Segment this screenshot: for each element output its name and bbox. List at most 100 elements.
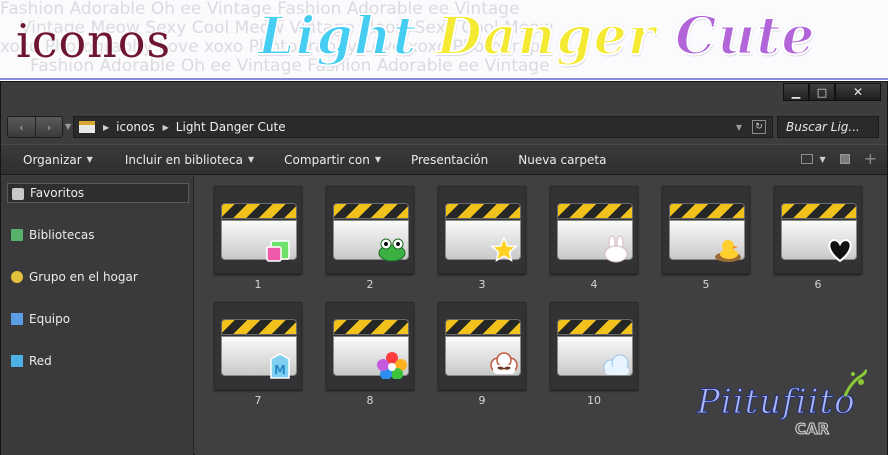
breadcrumb-separator-icon[interactable]: ▶ bbox=[163, 123, 169, 132]
forward-button[interactable]: › bbox=[35, 117, 62, 137]
clapper-stripe bbox=[445, 203, 521, 219]
folder-label: 1 bbox=[254, 278, 262, 291]
share-label: Compartir con bbox=[284, 152, 370, 167]
nav-buttons: ‹ › bbox=[7, 116, 63, 138]
flower-icon bbox=[377, 352, 407, 379]
folder-label: 9 bbox=[478, 394, 486, 407]
folder-thumbnail bbox=[326, 186, 414, 274]
title-word-cute: Cute bbox=[674, 5, 816, 68]
nav-label: Grupo en el hogar bbox=[29, 270, 138, 284]
breadcrumb-separator-icon[interactable]: ▶ bbox=[103, 123, 109, 132]
folder-item[interactable]: 4 bbox=[550, 186, 638, 296]
folder-label: 4 bbox=[590, 278, 598, 291]
mustache-cloud-icon bbox=[490, 352, 518, 374]
nav-item-favorites[interactable]: Favoritos bbox=[7, 183, 189, 203]
cloud-icon bbox=[603, 354, 629, 375]
libraries-icon bbox=[11, 229, 23, 241]
folder-thumbnail bbox=[550, 186, 638, 274]
banner-title-right: Light Danger Cute bbox=[257, 5, 816, 68]
clapper-stripe bbox=[557, 203, 633, 219]
window-controls: ▁ □ ✕ bbox=[783, 83, 881, 101]
close-button[interactable]: ✕ bbox=[835, 83, 881, 101]
view-options-dropdown-icon[interactable]: ▼ bbox=[819, 155, 825, 164]
change-view-icon[interactable] bbox=[801, 154, 814, 164]
folder-item[interactable]: 8 bbox=[326, 302, 414, 412]
folder-thumbnail bbox=[550, 302, 638, 390]
star-icon bbox=[490, 236, 518, 263]
computer-icon bbox=[11, 313, 23, 325]
share-menu[interactable]: Compartir con ▼ bbox=[284, 144, 381, 175]
clapper-stripe bbox=[333, 203, 409, 219]
nav-item-network[interactable]: Red bbox=[7, 351, 189, 371]
folder-item[interactable]: 10 bbox=[550, 302, 638, 412]
svg-text:M: M bbox=[274, 363, 286, 377]
folder-thumbnail bbox=[774, 186, 862, 274]
nav-label: Equipo bbox=[29, 312, 71, 326]
nav-item-homegroup[interactable]: Grupo en el hogar bbox=[7, 267, 189, 287]
preview-pane-icon[interactable] bbox=[839, 154, 850, 164]
folder-label: 7 bbox=[254, 394, 262, 407]
folder-item[interactable]: 3 bbox=[438, 186, 526, 296]
network-icon bbox=[11, 355, 23, 367]
maximize-button[interactable]: □ bbox=[809, 83, 835, 101]
minimize-button[interactable]: ▁ bbox=[783, 83, 809, 101]
author-watermark: Piitufiito CAR bbox=[691, 368, 871, 448]
nav-item-computer[interactable]: Equipo bbox=[7, 309, 189, 329]
clapper-stripe bbox=[333, 319, 409, 335]
milk-carton-icon: M bbox=[270, 353, 290, 379]
duck-icon bbox=[715, 240, 741, 262]
nav-label: Bibliotecas bbox=[29, 228, 95, 242]
folder-thumbnail bbox=[214, 186, 302, 274]
include-library-menu[interactable]: Incluir en biblioteca ▼ bbox=[125, 144, 254, 175]
clapper-stripe bbox=[557, 319, 633, 335]
homegroup-icon bbox=[11, 271, 23, 283]
title-word-danger: Danger bbox=[436, 5, 676, 68]
breadcrumb-iconos[interactable]: iconos bbox=[116, 120, 154, 134]
chevron-down-icon: ▼ bbox=[374, 155, 381, 164]
breadcrumb-light-danger-cute[interactable]: Light Danger Cute bbox=[176, 120, 286, 134]
favorites-icon bbox=[12, 188, 24, 200]
folder-thumbnail bbox=[326, 302, 414, 390]
chevron-down-icon: ▼ bbox=[86, 155, 93, 164]
title-word-light: Light bbox=[257, 5, 437, 68]
nav-item-libraries[interactable]: Bibliotecas bbox=[7, 225, 189, 245]
navigation-pane: Favoritos Bibliotecas Grupo en el hogar … bbox=[1, 176, 194, 455]
toolbar-right: ▼ + bbox=[801, 151, 877, 167]
clapper-stripe bbox=[781, 203, 857, 219]
folder-item[interactable]: 1 bbox=[214, 186, 302, 296]
chevron-down-icon: ▼ bbox=[248, 155, 255, 164]
heart-icon bbox=[828, 238, 852, 263]
folder-item[interactable]: 5 bbox=[662, 186, 750, 296]
nav-label: Red bbox=[29, 354, 52, 368]
banner-divider bbox=[0, 78, 888, 80]
folder-thumbnail bbox=[662, 186, 750, 274]
address-dropdown-icon[interactable]: ▼ bbox=[736, 123, 742, 132]
folder-label: 3 bbox=[478, 278, 486, 291]
watermark-sub: CAR bbox=[794, 420, 830, 439]
folder-item[interactable]: M 7 bbox=[214, 302, 302, 412]
clapper-stripe bbox=[221, 203, 297, 219]
folder-thumbnail: M bbox=[214, 302, 302, 390]
folder-thumbnail bbox=[438, 302, 526, 390]
address-bar[interactable]: ▶ iconos ▶ Light Danger Cute ▼ ↻ bbox=[73, 116, 773, 138]
watermark-name: Piitufiito bbox=[697, 382, 856, 423]
recent-pages-dropdown-icon[interactable]: ▼ bbox=[65, 122, 71, 131]
refresh-icon[interactable]: ↻ bbox=[752, 120, 766, 134]
back-button[interactable]: ‹ bbox=[8, 117, 35, 137]
folder-item[interactable]: 6 bbox=[774, 186, 862, 296]
search-input[interactable]: Buscar Lig... bbox=[777, 116, 879, 138]
command-toolbar: Organizar ▼ Incluir en biblioteca ▼ Compar… bbox=[1, 144, 887, 175]
folder-item[interactable]: 2 bbox=[326, 186, 414, 296]
banner-title-left: iconos bbox=[16, 14, 172, 68]
explorer-window: ▁ □ ✕ ‹ › ▼ ▶ iconos ▶ Light Danger Cute… bbox=[0, 81, 888, 455]
folder-label: 5 bbox=[702, 278, 710, 291]
help-icon[interactable]: + bbox=[864, 151, 877, 167]
new-folder-button[interactable]: Nueva carpeta bbox=[518, 144, 606, 175]
folder-item[interactable]: 9 bbox=[438, 302, 526, 412]
folder-thumbnail bbox=[438, 186, 526, 274]
include-library-label: Incluir en biblioteca bbox=[124, 152, 244, 167]
folder-icon bbox=[79, 121, 95, 133]
folder-label: 2 bbox=[366, 278, 374, 291]
slideshow-button[interactable]: Presentación bbox=[411, 144, 488, 175]
organize-menu[interactable]: Organizar ▼ bbox=[23, 144, 93, 175]
